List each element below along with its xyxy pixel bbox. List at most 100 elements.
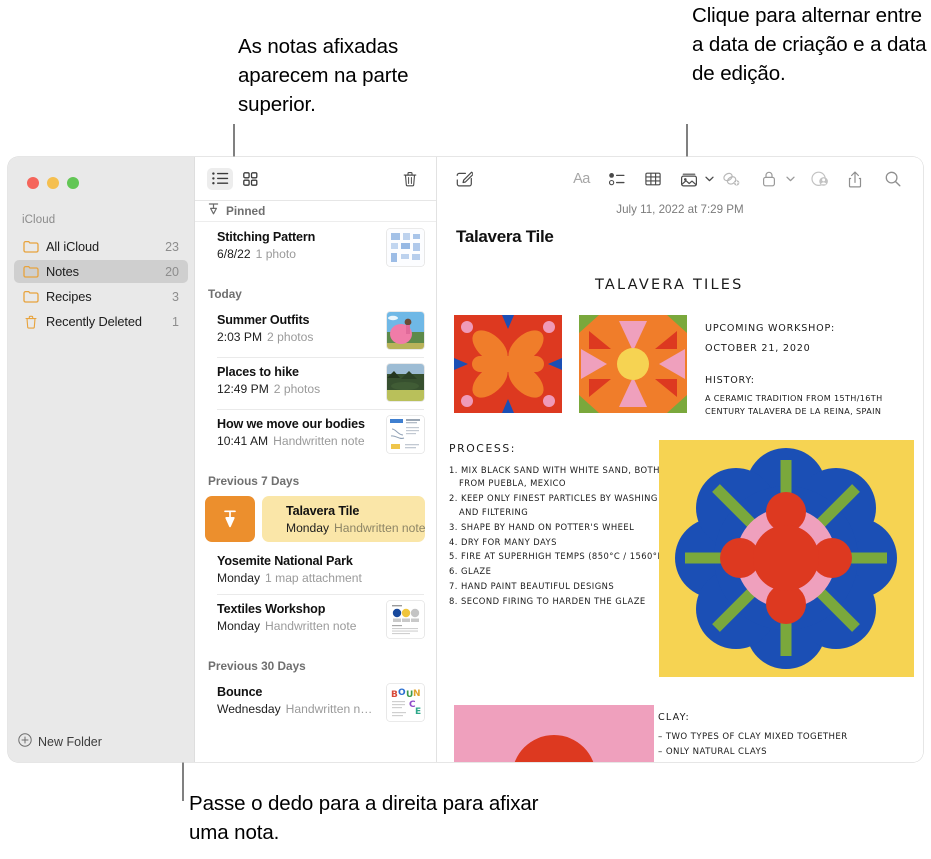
list-item-talavera-tile[interactable]: Talavera Tile Monday Handwritten note (262, 496, 426, 542)
swipe-to-pin-row: Talavera Tile Monday Handwritten note (195, 492, 436, 546)
hw-workshop-label: UPCOMING WORKSHOP: (705, 323, 836, 334)
list-item[interactable]: Bounce Wednesday Handwritten n… BOUN CE (195, 677, 436, 729)
chevron-down-icon[interactable] (703, 166, 718, 192)
sidebar-section-header: iCloud (22, 214, 56, 226)
note-title: Bounce (217, 685, 263, 699)
sidebar: iCloud All iCloud 23 Notes 20 Recipes 3 … (8, 157, 194, 762)
tile-image-pink-bottom (454, 705, 654, 762)
sidebar-item-count: 3 (172, 289, 179, 304)
note-date: Wednesday (217, 702, 281, 716)
note-thumbnail-bounce: BOUN CE (387, 684, 424, 721)
checklist-icon[interactable] (603, 166, 631, 192)
pin-icon (208, 202, 219, 220)
gallery-view-icon[interactable] (237, 168, 263, 190)
note-text: Yosemite National Park Monday 1 map attac… (217, 553, 424, 586)
note-meta: Monday 1 map attachment (217, 570, 424, 586)
note-title: Yosemite National Park (217, 554, 353, 568)
note-text: Bounce Wednesday Handwritten n… (217, 684, 379, 717)
new-folder-button[interactable]: New Folder (18, 733, 102, 750)
note-title: How we move our bodies (217, 417, 365, 431)
note-text: Textiles Workshop Monday Handwritten note (217, 601, 379, 634)
note-sub: Handwritten note (334, 520, 426, 535)
note-thumbnail-textiles-workshop (387, 601, 424, 638)
folder-icon (22, 264, 39, 279)
note-date: 10:41 AM (217, 434, 269, 448)
sidebar-item-label: Notes (46, 264, 79, 279)
pin-action-button[interactable] (205, 496, 255, 542)
markup-icon[interactable] (717, 166, 745, 192)
note-text: Summer Outfits 2:03 PM 2 photos (217, 312, 379, 345)
hw-history-label: HISTORY: (705, 375, 755, 386)
new-folder-label: New Folder (38, 734, 102, 749)
note-date: 6/8/22 (217, 247, 251, 261)
hw-process-step: 3. SHAPE BY HAND ON POTTER'S WHEEL (449, 521, 635, 532)
note-title: Talavera Tile (286, 503, 360, 518)
note-title: Places to hike (217, 365, 299, 379)
note-sub: 2 photos (267, 330, 314, 344)
list-item[interactable]: Places to hike 12:49 PM 2 photos (195, 357, 436, 409)
handwriting-workshop-block: UPCOMING WORKSHOP: OCTOBER 21, 2020 HIST… (705, 321, 923, 418)
maximize-button[interactable] (67, 177, 79, 189)
note-meta: 12:49 PM 2 photos (217, 381, 379, 397)
list-item[interactable]: Yosemite National Park Monday 1 map attac… (195, 546, 436, 594)
note-date: Monday (217, 571, 261, 585)
folder-icon (22, 289, 39, 304)
note-date-toggle[interactable]: July 11, 2022 at 7:29 PM (437, 203, 923, 216)
sidebar-item-recipes[interactable]: Recipes 3 (14, 285, 188, 308)
media-icon[interactable] (675, 166, 703, 192)
note-sub: Handwritten n… (285, 702, 373, 716)
list-item[interactable]: Summer Outfits 2:03 PM 2 photos (195, 305, 436, 357)
share-icon[interactable] (841, 166, 869, 192)
note-meta: Monday Handwritten note (217, 618, 379, 634)
sidebar-item-recently-deleted[interactable]: Recently Deleted 1 (14, 310, 188, 333)
note-sub: Handwritten note (265, 619, 357, 633)
lock-chevron-down-icon[interactable] (783, 166, 798, 192)
note-meta: Monday Handwritten note (286, 520, 425, 536)
pinned-section-header: Pinned (195, 201, 436, 222)
share-people-icon[interactable] (806, 166, 834, 192)
window-controls (27, 177, 79, 189)
note-sub: Handwritten note (273, 434, 365, 448)
hw-history-line-2: CENTURY TALAVERA DE LA REINA, SPAIN (705, 406, 882, 416)
note-text: Places to hike 12:49 PM 2 photos (217, 364, 379, 397)
svg-text:O: O (398, 688, 406, 698)
close-button[interactable] (27, 177, 39, 189)
compose-icon[interactable] (451, 166, 479, 192)
sidebar-item-label: Recipes (46, 289, 92, 304)
note-thumbnail-places-to-hike (387, 364, 424, 401)
lock-icon[interactable] (755, 166, 783, 192)
sidebar-item-notes[interactable]: Notes 20 (14, 260, 188, 283)
hw-process-list: 1. MIX BLACK SAND WITH WHITE SAND, BOTH … (449, 464, 669, 609)
list-item[interactable]: Textiles Workshop Monday Handwritten note (195, 594, 436, 646)
handwriting-clay-block: CLAY: – TWO TYPES OF CLAY MIXED TOGETHER… (658, 712, 908, 760)
svg-text:N: N (413, 689, 421, 699)
note-sub: 1 photo (255, 247, 296, 261)
hw-process-step: 5. FIRE AT SUPERHIGH TEMPS (850°C / 1560… (449, 551, 667, 562)
tile-image-starburst (579, 315, 687, 413)
group-label-today: Today (208, 287, 242, 301)
note-body-content[interactable]: TALAVERA TILES UPCOMING WORKSHOP: OCTOBE… (437, 257, 923, 762)
hw-clay-line-1: – TWO TYPES OF CLAY MIXED TOGETHER (658, 732, 848, 742)
table-icon[interactable] (639, 166, 667, 192)
plus-circle-icon (18, 733, 32, 750)
hw-process-label: PROCESS: (449, 442, 517, 455)
pinned-label: Pinned (226, 204, 266, 218)
handwriting-process-block: PROCESS: 1. MIX BLACK SAND WITH WHITE SA… (449, 442, 669, 610)
sidebar-item-count: 20 (165, 264, 179, 279)
sidebar-item-count: 1 (172, 314, 179, 329)
list-view-icon[interactable] (207, 167, 233, 190)
group-label-previous-30-days: Previous 30 Days (208, 659, 306, 673)
note-text: Stitching Pattern 6/8/22 1 photo (217, 229, 379, 262)
sidebar-item-all-icloud[interactable]: All iCloud 23 (14, 235, 188, 258)
note-text: How we move our bodies 10:41 AM Handwritt… (217, 416, 379, 449)
note-title-heading: Talavera Tile (456, 227, 554, 246)
list-item[interactable]: Stitching Pattern 6/8/22 1 photo (195, 222, 436, 274)
note-meta: 2:03 PM 2 photos (217, 329, 379, 345)
note-editor-panel: Aa July 11, 2022 at 7:29 PM Talavera Til… (437, 157, 923, 762)
search-icon[interactable] (879, 166, 907, 192)
list-item[interactable]: How we move our bodies 10:41 AM Handwritt… (195, 409, 436, 461)
delete-note-button[interactable] (397, 168, 423, 190)
format-aa-icon[interactable]: Aa (568, 166, 596, 192)
notes-app-window: iCloud All iCloud 23 Notes 20 Recipes 3 … (8, 157, 923, 762)
minimize-button[interactable] (47, 177, 59, 189)
